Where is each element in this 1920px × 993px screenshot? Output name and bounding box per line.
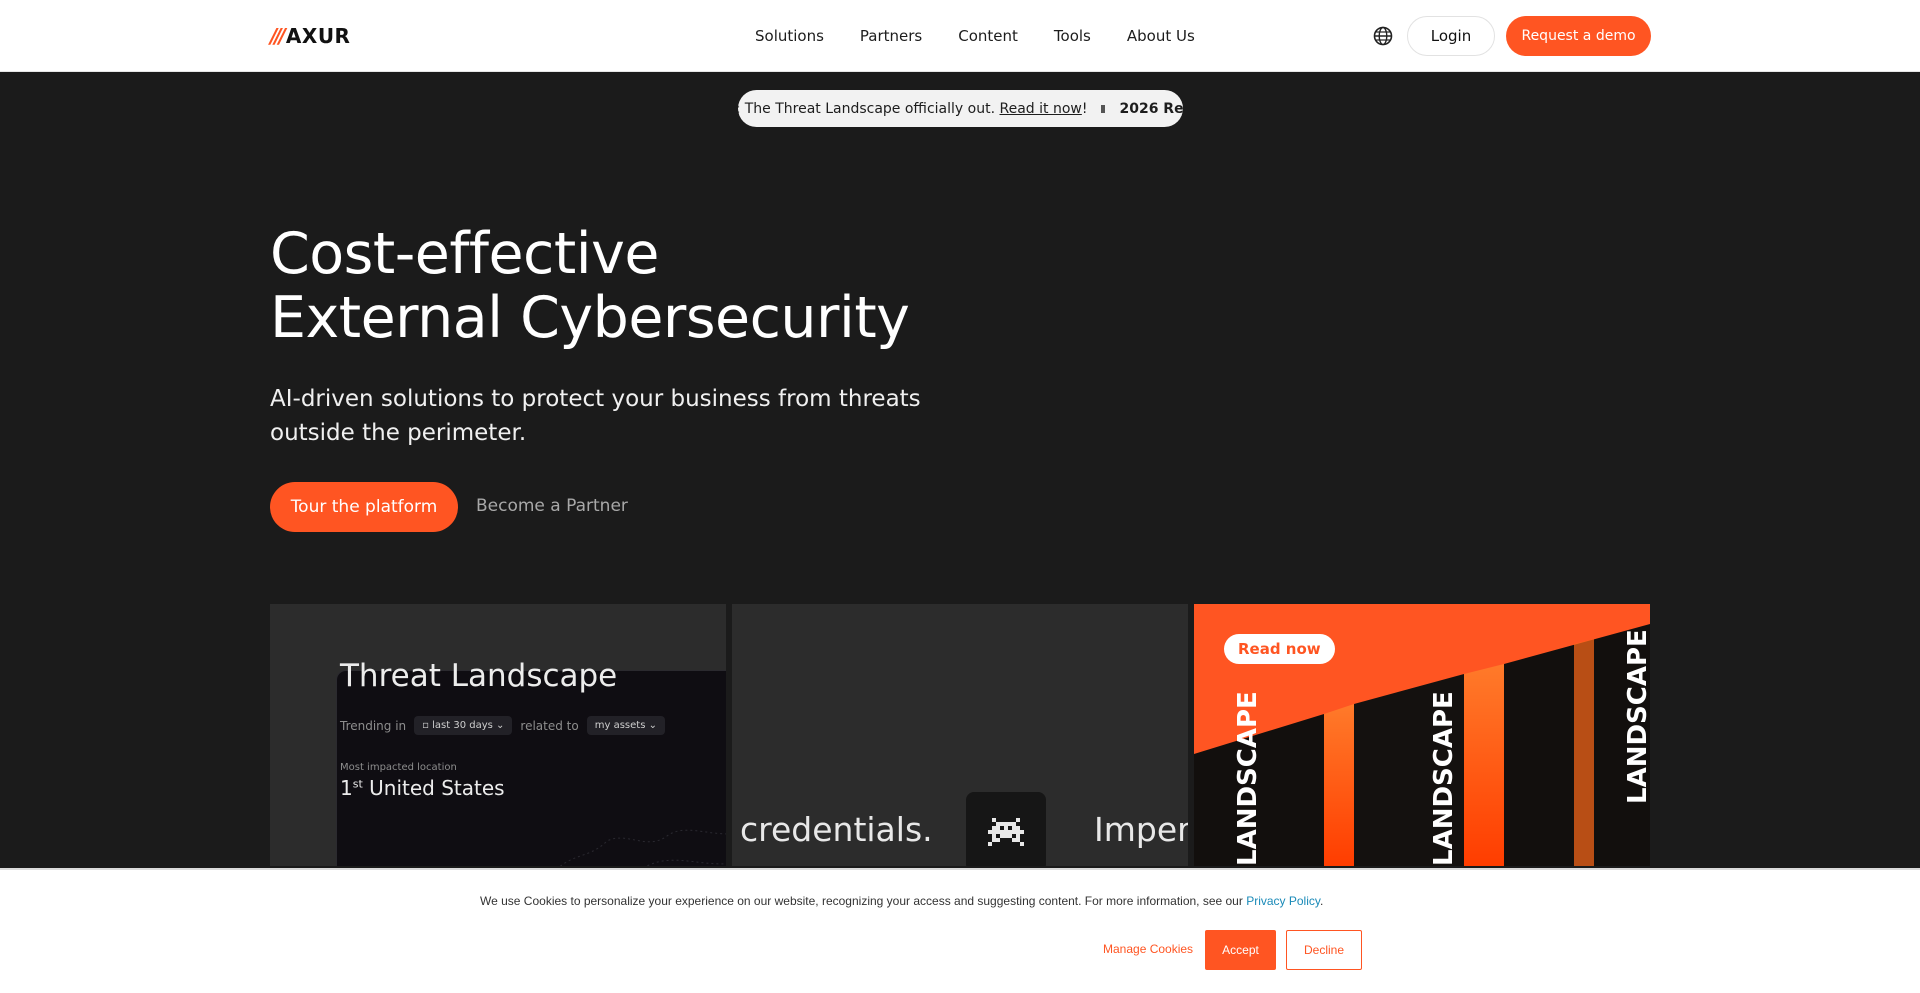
cookie-text: We use Cookies to personalize your exper… — [480, 894, 1247, 908]
hero-title-line1: Cost-effective — [270, 221, 659, 287]
ticker-separator: : — [738, 101, 741, 117]
hero-subtitle: AI-driven solutions to protect your busi… — [270, 386, 921, 446]
accept-cookies-button[interactable]: Accept — [1205, 930, 1276, 970]
cookie-message: We use Cookies to personalize your exper… — [480, 894, 1323, 908]
ticker-divider — [1101, 104, 1106, 113]
cookie-text-end: . — [1320, 894, 1324, 908]
location-rank-suffix: st — [352, 777, 363, 791]
report-card[interactable]: LANDSCAPE LANDSCAPE LANDSCAPE Read now — [1194, 604, 1650, 866]
site-header: /// AXUR Solutions Partners Content Tool… — [0, 0, 1920, 72]
threat-types-card[interactable]: credentials. Impers — [732, 604, 1188, 866]
tour-platform-button[interactable]: Tour the platform — [270, 482, 458, 532]
nav-solutions[interactable]: Solutions — [755, 27, 824, 45]
cookie-banner: We use Cookies to personalize your exper… — [0, 868, 1920, 993]
chevron-down-icon: ⌄ — [492, 720, 505, 731]
logo-word: AXUR — [285, 24, 351, 48]
cover-word-1: LANDSCAPE — [1233, 691, 1263, 866]
period-select[interactable]: ▫ last 30 days ⌄ — [414, 716, 513, 735]
main-nav: Solutions Partners Content Tools About U… — [755, 0, 1231, 72]
nav-content[interactable]: Content — [958, 27, 1018, 45]
location-name: United States — [369, 776, 505, 800]
nav-about-us[interactable]: About Us — [1127, 27, 1195, 45]
threat-filter-row: Trending in ▫ last 30 days ⌄ related to … — [340, 716, 673, 735]
assets-value: my assets — [594, 720, 646, 731]
threat-landscape-title: Threat Landscape — [340, 658, 618, 694]
request-demo-button[interactable]: Request a demo — [1506, 16, 1651, 56]
pixel-bug-icon — [966, 792, 1046, 866]
location-value: 1st United States — [340, 776, 505, 800]
impersonation-word: Impers — [1094, 810, 1188, 849]
logo-mark: /// — [270, 24, 286, 48]
announcement-text: The Threat Landscape officially out. — [744, 100, 996, 117]
globe-icon[interactable] — [1372, 25, 1394, 47]
threat-landscape-card[interactable]: Threat Landscape Trending in ▫ last 30 d… — [270, 604, 726, 866]
period-value: last 30 days — [432, 720, 493, 731]
announcement-ticker[interactable]: : The Threat Landscape officially out. R… — [738, 90, 1183, 127]
decline-cookies-button[interactable]: Decline — [1286, 930, 1362, 970]
manage-cookies-link[interactable]: Manage Cookies — [1103, 942, 1193, 956]
cover-word-2: LANDSCAPE — [1429, 691, 1459, 866]
location-rank: 1 — [340, 776, 353, 800]
hero-title-line2: External Cybersecurity — [270, 285, 910, 351]
announcement-link[interactable]: Read it now — [999, 101, 1081, 117]
nav-tools[interactable]: Tools — [1054, 27, 1091, 45]
announcement-exclaim: ! — [1081, 100, 1088, 117]
privacy-policy-link[interactable]: Privacy Policy — [1246, 894, 1320, 908]
axur-logo[interactable]: /// AXUR — [270, 24, 350, 48]
login-button[interactable]: Login — [1407, 16, 1495, 56]
chevron-down-icon: ⌄ — [645, 720, 657, 731]
cover-word-3: LANDSCAPE — [1623, 629, 1650, 804]
related-label: related to — [520, 718, 579, 733]
assets-select[interactable]: my assets ⌄ — [586, 716, 665, 735]
trending-label: Trending in — [340, 718, 407, 733]
nav-partners[interactable]: Partners — [860, 27, 922, 45]
calendar-icon: ▫ — [422, 720, 433, 731]
become-partner-link[interactable]: Become a Partner — [476, 496, 628, 516]
location-label: Most impacted location — [340, 762, 457, 773]
announcement-next: 2026 Report — [1119, 100, 1183, 117]
hero-title: Cost-effective External Cybersecurity — [270, 222, 1170, 350]
read-now-button[interactable]: Read now — [1224, 634, 1335, 664]
credentials-word: credentials. — [740, 810, 933, 849]
world-map-graphic — [559, 829, 726, 866]
